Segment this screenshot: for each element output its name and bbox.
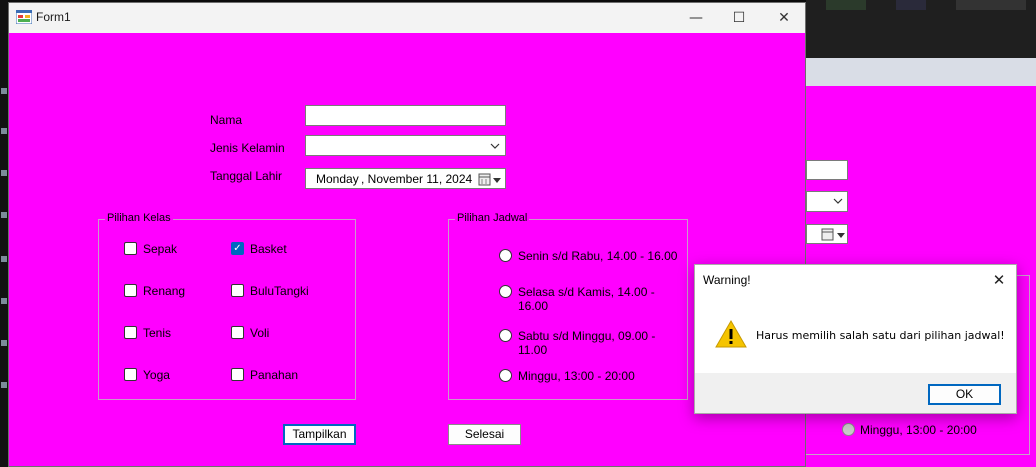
tanggal-lahir-picker[interactable]: Monday , November 11, 2024	[305, 168, 506, 189]
dialog-footer: OK	[695, 373, 1016, 413]
background-name-input	[806, 160, 848, 180]
selesai-button[interactable]: Selesai	[448, 424, 521, 445]
jadwal-radio-4[interactable]	[499, 369, 512, 382]
pilihan-kelas-group: Pilihan Kelas Sepak ✓ Basket Renang Bulu…	[98, 212, 356, 400]
jadwal-radio-1[interactable]	[499, 249, 512, 262]
warning-dialog: Warning! ✕ Harus memilih salah satu dari…	[694, 264, 1017, 414]
basket-label: Basket	[250, 242, 287, 256]
background-window-strip	[806, 58, 1036, 86]
date-day: Monday	[316, 172, 359, 186]
form1-window: Form1 — ☐ ✕ Nama Jenis Kelamin Tanggal L…	[8, 2, 806, 467]
background-window-edge	[0, 0, 8, 467]
panahan-checkbox[interactable]	[231, 368, 244, 381]
jadwal-label-3: Sabtu s/d Minggu, 09.00 - 11.00	[518, 329, 656, 357]
ok-button[interactable]: OK	[928, 384, 1001, 405]
jadwal-label-2: Selasa s/d Kamis, 14.00 - 16.00	[518, 285, 655, 313]
jadwal-label-4: Minggu, 13:00 - 20:00	[518, 369, 635, 383]
voli-checkbox[interactable]	[231, 326, 244, 339]
bulutangki-checkbox[interactable]	[231, 284, 244, 297]
sepak-checkbox[interactable]	[124, 242, 137, 255]
warning-icon	[715, 319, 747, 348]
title-bar[interactable]: Form1 — ☐ ✕	[9, 3, 805, 33]
sepak-label: Sepak	[143, 242, 178, 256]
basket-checkbox[interactable]: ✓	[231, 242, 244, 255]
calendar-icon	[821, 228, 845, 241]
background-window-titlebar	[806, 0, 1036, 58]
tenis-label: Tenis	[143, 326, 172, 340]
jadwal-radio-3[interactable]	[499, 329, 512, 342]
renang-label: Renang	[143, 284, 186, 298]
close-button[interactable]: ✕	[761, 3, 807, 33]
window-title: Form1	[36, 10, 71, 24]
yoga-label: Yoga	[143, 368, 170, 382]
pilihan-kelas-title: Pilihan Kelas	[105, 212, 173, 224]
chevron-down-icon	[490, 143, 500, 149]
pilihan-jadwal-title: Pilihan Jadwal	[455, 212, 530, 224]
panahan-label: Panahan	[250, 368, 299, 382]
nama-input[interactable]	[305, 105, 506, 126]
bulutangki-label: BuluTangki	[250, 284, 309, 298]
yoga-checkbox[interactable]	[124, 368, 137, 381]
dialog-message: Harus memilih salah satu dari pilihan ja…	[756, 329, 1005, 342]
renang-checkbox[interactable]	[124, 284, 137, 297]
jadwal-radio-2[interactable]	[499, 285, 512, 298]
voli-label: Voli	[250, 326, 270, 340]
tampilkan-button[interactable]: Tampilkan	[283, 424, 356, 445]
minimize-button[interactable]: —	[673, 3, 719, 33]
dialog-title: Warning!	[703, 273, 751, 287]
background-gender-select	[806, 191, 848, 212]
jenis-kelamin-select[interactable]	[305, 135, 506, 156]
jadwal-label-1: Senin s/d Rabu, 14.00 - 16.00	[518, 249, 678, 263]
nama-label: Nama	[210, 113, 243, 127]
date-value: , November 11, 2024	[361, 172, 473, 186]
tenis-checkbox[interactable]	[124, 326, 137, 339]
app-icon	[16, 10, 32, 24]
tanggal-lahir-label: Tanggal Lahir	[210, 169, 283, 183]
jenis-kelamin-label: Jenis Kelamin	[210, 141, 285, 155]
background-radio	[842, 423, 855, 436]
chevron-down-icon	[833, 198, 843, 204]
background-date-picker	[806, 224, 848, 244]
pilihan-jadwal-group: Pilihan Jadwal Senin s/d Rabu, 14.00 - 1…	[448, 212, 688, 400]
background-radio-label: Minggu, 13:00 - 20:00	[860, 423, 977, 437]
calendar-dropdown-icon[interactable]	[478, 173, 504, 187]
maximize-button[interactable]: ☐	[716, 3, 762, 33]
dialog-close-button[interactable]: ✕	[982, 265, 1016, 295]
